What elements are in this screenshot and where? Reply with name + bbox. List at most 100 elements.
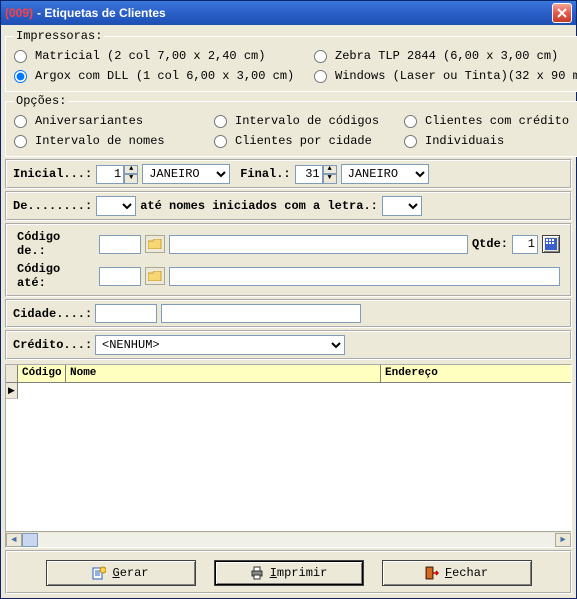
gerar-label: Gerar	[112, 566, 148, 580]
initial-day-spinbuttons[interactable]: ▲▼	[124, 165, 138, 184]
scroll-thumb[interactable]	[22, 533, 38, 547]
printer-label-windows: Windows (Laser ou Tinta)(32 x 90 mm)	[335, 69, 577, 83]
codigo-de-label: Código de.:	[17, 230, 95, 258]
codigo-de-name-input[interactable]	[169, 235, 468, 254]
option-label-clientes-credito: Clientes com crédito	[425, 114, 569, 128]
grid-header-codigo[interactable]: Código	[18, 365, 66, 382]
printer-radio-windows[interactable]	[314, 70, 327, 83]
final-day-input[interactable]	[295, 165, 323, 184]
generate-icon	[92, 566, 106, 580]
window-title: - Etiquetas de Clientes	[37, 6, 552, 20]
printer-label-matricial: Matricial (2 col 7,00 x 2,40 cm)	[35, 49, 265, 63]
grid-header-endereco[interactable]: Endereço	[381, 365, 571, 382]
folder-icon	[148, 271, 162, 281]
scroll-track[interactable]	[22, 533, 555, 547]
credit-panel: Crédito...: <NENHUM>	[5, 330, 572, 360]
window-code: (009)	[5, 6, 33, 20]
printer-radio-argox[interactable]	[14, 70, 27, 83]
button-bar: Gerar Imprimir Fechar	[5, 550, 572, 594]
ate-letter-select[interactable]	[382, 196, 422, 216]
close-icon	[557, 8, 567, 18]
final-month-select[interactable]: JANEIRO	[341, 164, 429, 184]
printer-icon	[250, 566, 264, 580]
scroll-left-button[interactable]: ◄	[6, 533, 22, 547]
printer-radio-zebra[interactable]	[314, 50, 327, 63]
credito-label: Crédito...:	[13, 338, 91, 352]
option-intervalo-nomes[interactable]: Intervalo de nomes	[14, 134, 214, 148]
option-radio-intervalo-codigos[interactable]	[214, 115, 227, 128]
de-label: De........:	[13, 199, 92, 213]
results-grid: Código Nome Endereço ▶ ◄ ►	[5, 364, 572, 548]
option-label-aniversariantes: Aniversariantes	[35, 114, 143, 128]
grid-body[interactable]: ▶	[6, 383, 571, 531]
option-clientes-credito[interactable]: Clientes com crédito	[404, 114, 574, 128]
option-radio-intervalo-nomes[interactable]	[14, 135, 27, 148]
cidade-name-input[interactable]	[161, 304, 361, 323]
initial-label: Inicial...:	[13, 167, 92, 181]
ate-label: até nomes iniciados com a letra.:	[140, 199, 378, 213]
qtde-lookup-button[interactable]	[542, 235, 560, 253]
grid-row-indicator: ▶	[6, 383, 18, 399]
options-legend: Opções:	[14, 94, 68, 108]
initial-day-input[interactable]	[96, 165, 124, 184]
de-letter-select[interactable]	[96, 196, 136, 216]
option-label-clientes-cidade: Clientes por cidade	[235, 134, 372, 148]
codigo-ate-name-input[interactable]	[169, 267, 560, 286]
printer-opt-zebra[interactable]: Zebra TLP 2844 (6,00 x 3,00 cm)	[314, 49, 574, 63]
codigo-ate-label: Código até:	[17, 262, 95, 290]
printers-legend: Impressoras:	[14, 29, 104, 43]
codigo-de-browse-button[interactable]	[145, 235, 165, 253]
period-panel: Inicial...: ▲▼ JANEIRO Final.: ▲▼ JANEIR…	[5, 159, 572, 189]
option-radio-clientes-cidade[interactable]	[214, 135, 227, 148]
printers-group: Impressoras: Matricial (2 col 7,00 x 2,4…	[5, 29, 577, 92]
fechar-button[interactable]: Fechar	[382, 560, 532, 586]
qtde-input[interactable]	[512, 235, 538, 254]
printer-opt-matricial[interactable]: Matricial (2 col 7,00 x 2,40 cm)	[14, 49, 314, 63]
folder-icon	[148, 239, 162, 249]
qtde-label: Qtde:	[472, 237, 508, 251]
option-label-intervalo-nomes: Intervalo de nomes	[35, 134, 165, 148]
scroll-right-button[interactable]: ►	[555, 533, 571, 547]
grid-header-indicator	[6, 365, 18, 382]
codigo-de-input[interactable]	[99, 235, 141, 254]
option-radio-individuais[interactable]	[404, 135, 417, 148]
printer-opt-argox[interactable]: Argox com DLL (1 col 6,00 x 3,00 cm)	[14, 69, 314, 83]
credito-select[interactable]: <NENHUM>	[95, 335, 345, 355]
final-label: Final.:	[240, 167, 290, 181]
option-radio-aniversariantes[interactable]	[14, 115, 27, 128]
final-day-spinner[interactable]: ▲▼	[295, 165, 337, 184]
gerar-button[interactable]: Gerar	[46, 560, 196, 586]
printer-label-argox: Argox com DLL (1 col 6,00 x 3,00 cm)	[35, 69, 294, 83]
grid-icon	[545, 238, 557, 250]
final-day-spinbuttons[interactable]: ▲▼	[323, 165, 337, 184]
codigo-ate-input[interactable]	[99, 267, 141, 286]
printer-opt-windows[interactable]: Windows (Laser ou Tinta)(32 x 90 mm)	[314, 69, 574, 83]
client-area: Impressoras: Matricial (2 col 7,00 x 2,4…	[1, 25, 576, 598]
cidade-label: Cidade....:	[13, 307, 91, 321]
close-button[interactable]	[552, 3, 572, 23]
printer-label-zebra: Zebra TLP 2844 (6,00 x 3,00 cm)	[335, 49, 558, 63]
codigo-ate-browse-button[interactable]	[145, 267, 165, 285]
option-intervalo-codigos[interactable]: Intervalo de códigos	[214, 114, 404, 128]
cidade-code-input[interactable]	[95, 304, 157, 323]
initial-day-spinner[interactable]: ▲▼	[96, 165, 138, 184]
imprimir-button[interactable]: Imprimir	[214, 560, 364, 586]
titlebar: (009) - Etiquetas de Clientes	[1, 1, 576, 25]
grid-hscrollbar[interactable]: ◄ ►	[6, 531, 571, 547]
exit-icon	[425, 566, 439, 580]
names-panel: De........: até nomes iniciados com a le…	[5, 191, 572, 221]
printer-radio-matricial[interactable]	[14, 50, 27, 63]
option-label-individuais: Individuais	[425, 134, 504, 148]
options-group: Opções: Aniversariantes Intervalo de cód…	[5, 94, 577, 157]
grid-header-nome[interactable]: Nome	[66, 365, 381, 382]
grid-header: Código Nome Endereço	[6, 365, 571, 383]
option-aniversariantes[interactable]: Aniversariantes	[14, 114, 214, 128]
imprimir-label: Imprimir	[270, 566, 328, 580]
city-panel: Cidade....:	[5, 299, 572, 328]
option-individuais[interactable]: Individuais	[404, 134, 574, 148]
option-label-intervalo-codigos: Intervalo de códigos	[235, 114, 379, 128]
option-radio-clientes-credito[interactable]	[404, 115, 417, 128]
initial-month-select[interactable]: JANEIRO	[142, 164, 230, 184]
fechar-label: Fechar	[445, 566, 488, 580]
option-clientes-cidade[interactable]: Clientes por cidade	[214, 134, 404, 148]
